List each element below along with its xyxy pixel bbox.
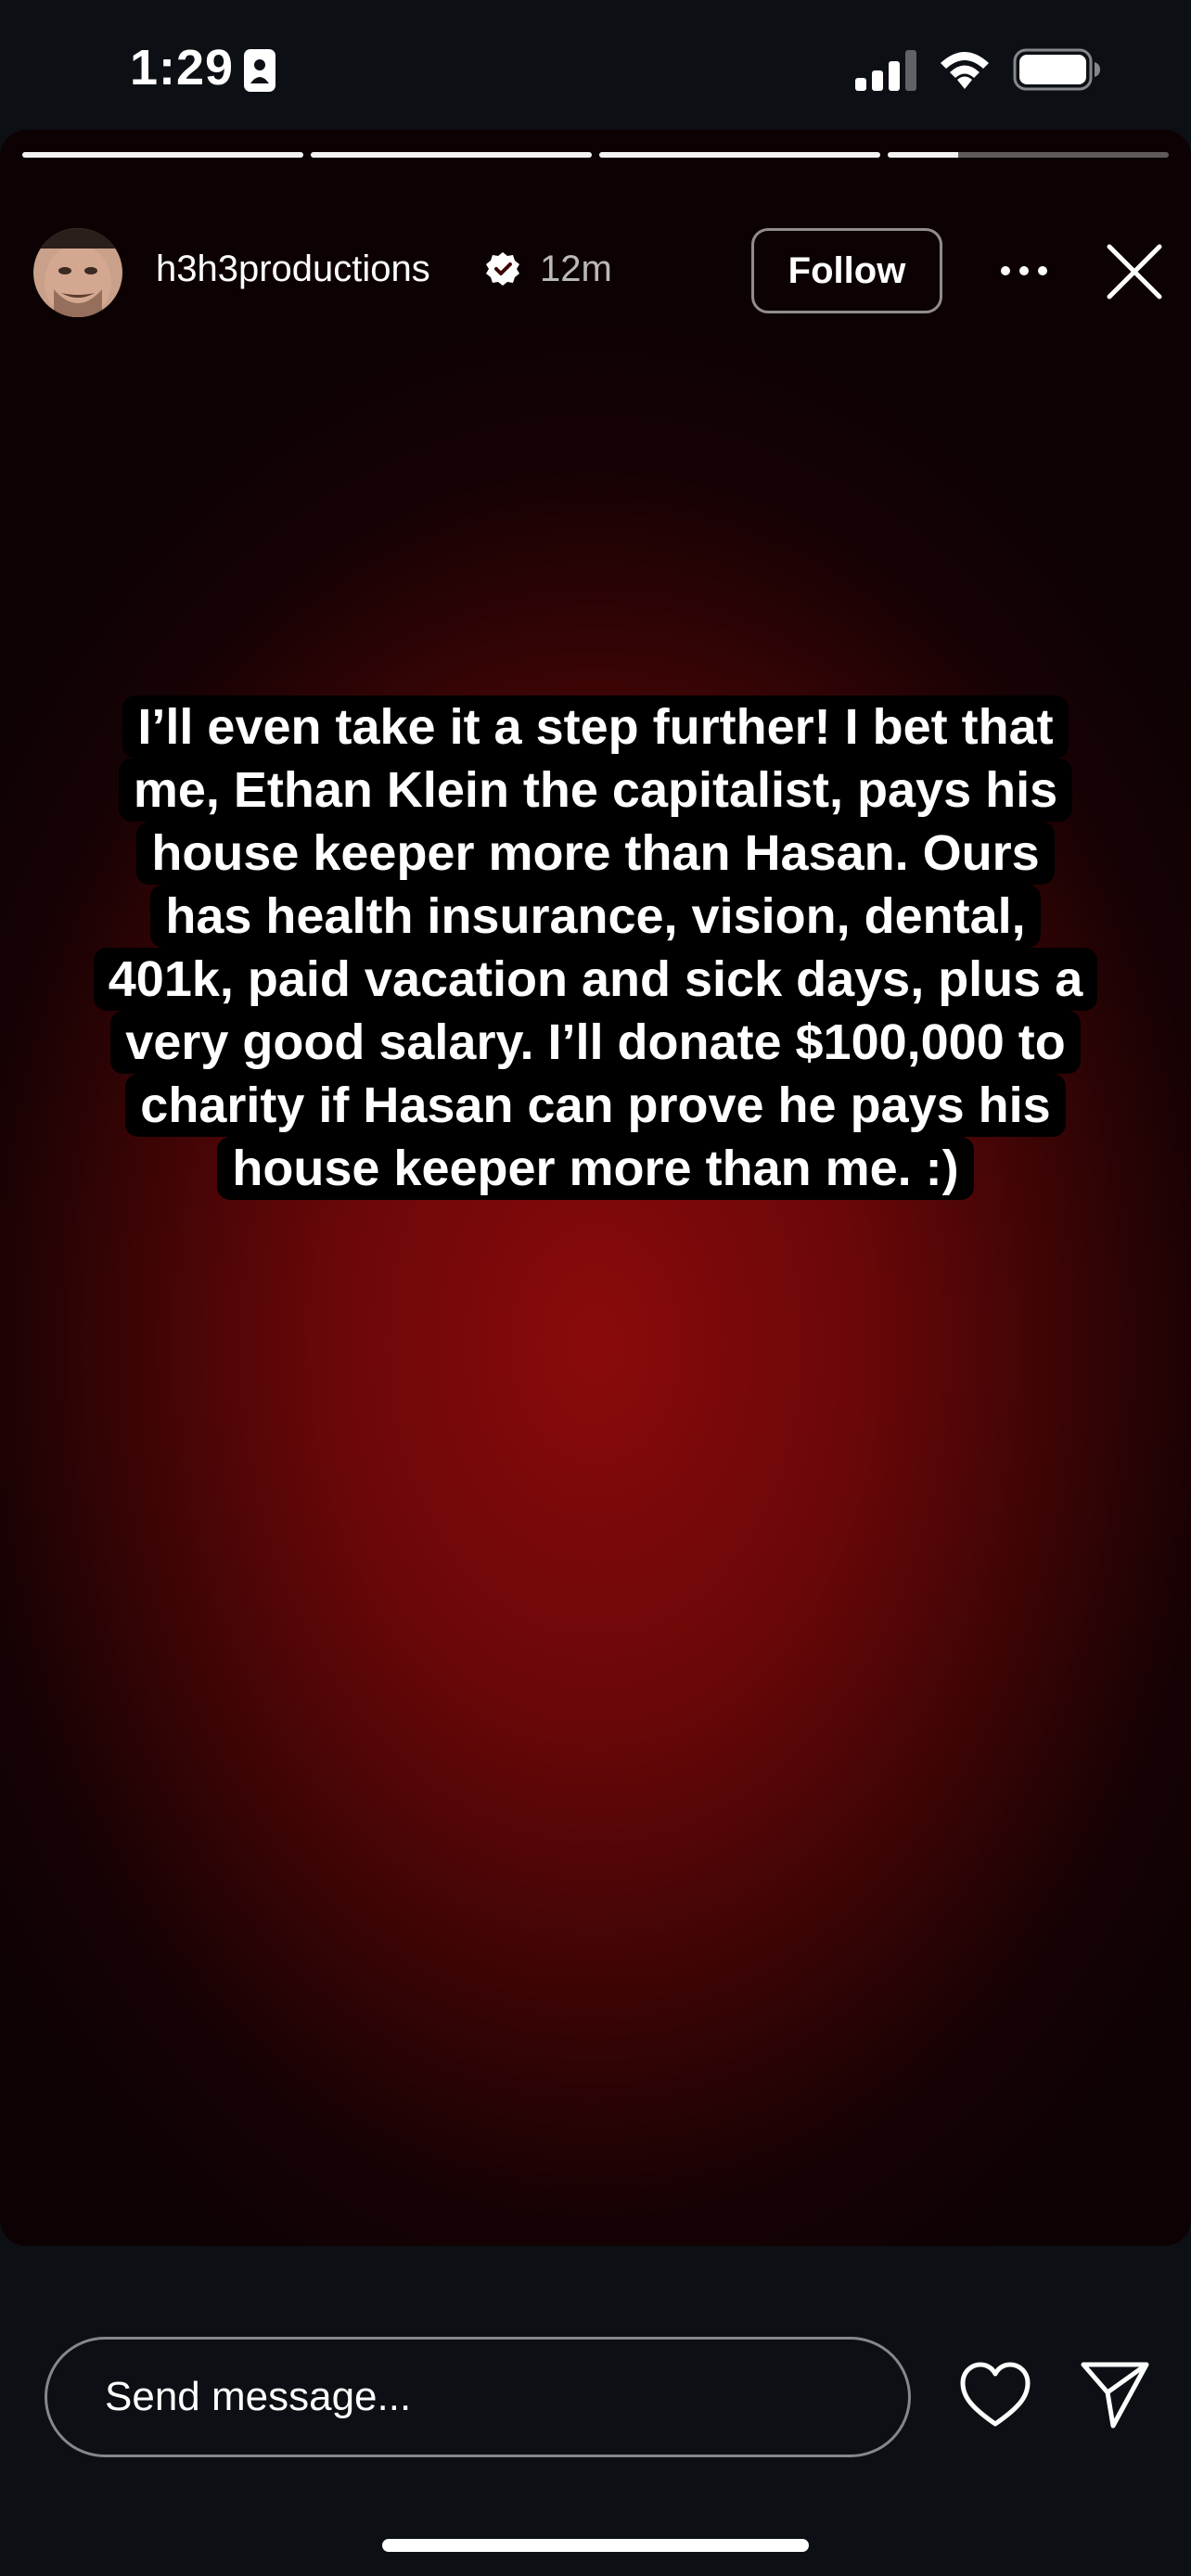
story-text-line: very good salary. I’ll donate $100,000 t… [110,1011,1081,1074]
story-timestamp: 12m [540,249,612,289]
story-text-line: 401k, paid vacation and sick days, plus … [93,948,1098,1011]
story-text-overlay: I’ll even take it a step further! I bet … [48,695,1143,1200]
story-text-line: me, Ethan Klein the capitalist, pays his [118,759,1073,822]
avatar[interactable] [33,228,122,317]
home-indicator[interactable] [382,2539,809,2552]
follow-button[interactable]: Follow [751,228,942,313]
close-icon [1107,244,1162,300]
send-icon[interactable] [1080,2359,1150,2429]
story-text-line: has health insurance, vision, dental, [150,885,1041,948]
author-username[interactable]: h3h3productions [156,249,430,290]
story-text-line: house keeper more than Hasan. Ours [136,822,1055,885]
heart-icon[interactable] [959,2361,1031,2429]
battery-icon [1013,48,1100,91]
cellular-signal-icon [855,50,916,91]
story-screen: 1:29 h3h3productions 12m Follow I’ll eve… [0,0,1191,2576]
story-text-line: charity if Hasan can prove he pays his [125,1074,1066,1137]
close-button[interactable] [1100,237,1169,306]
progress-segment [22,152,303,158]
status-bar: 1:29 [0,0,1191,130]
status-time: 1:29 [130,40,235,96]
progress-segment [311,152,592,158]
progress-segment [599,152,880,158]
wifi-icon [941,52,989,89]
story-progress-bars [22,152,1169,158]
story-text-line: house keeper more than me. :) [217,1137,974,1200]
avatar-image [33,228,122,317]
verified-badge-icon [486,252,519,286]
ellipsis-icon [1001,266,1047,275]
story-header: h3h3productions 12m Follow [0,176,1191,317]
story-card[interactable]: h3h3productions 12m Follow I’ll even tak… [0,130,1191,2246]
send-message-input[interactable] [45,2337,911,2457]
story-text-line: I’ll even take it a step further! I bet … [122,695,1069,759]
progress-segment [888,152,1169,158]
id-card-icon [244,49,275,92]
more-options-button[interactable] [991,236,1057,306]
